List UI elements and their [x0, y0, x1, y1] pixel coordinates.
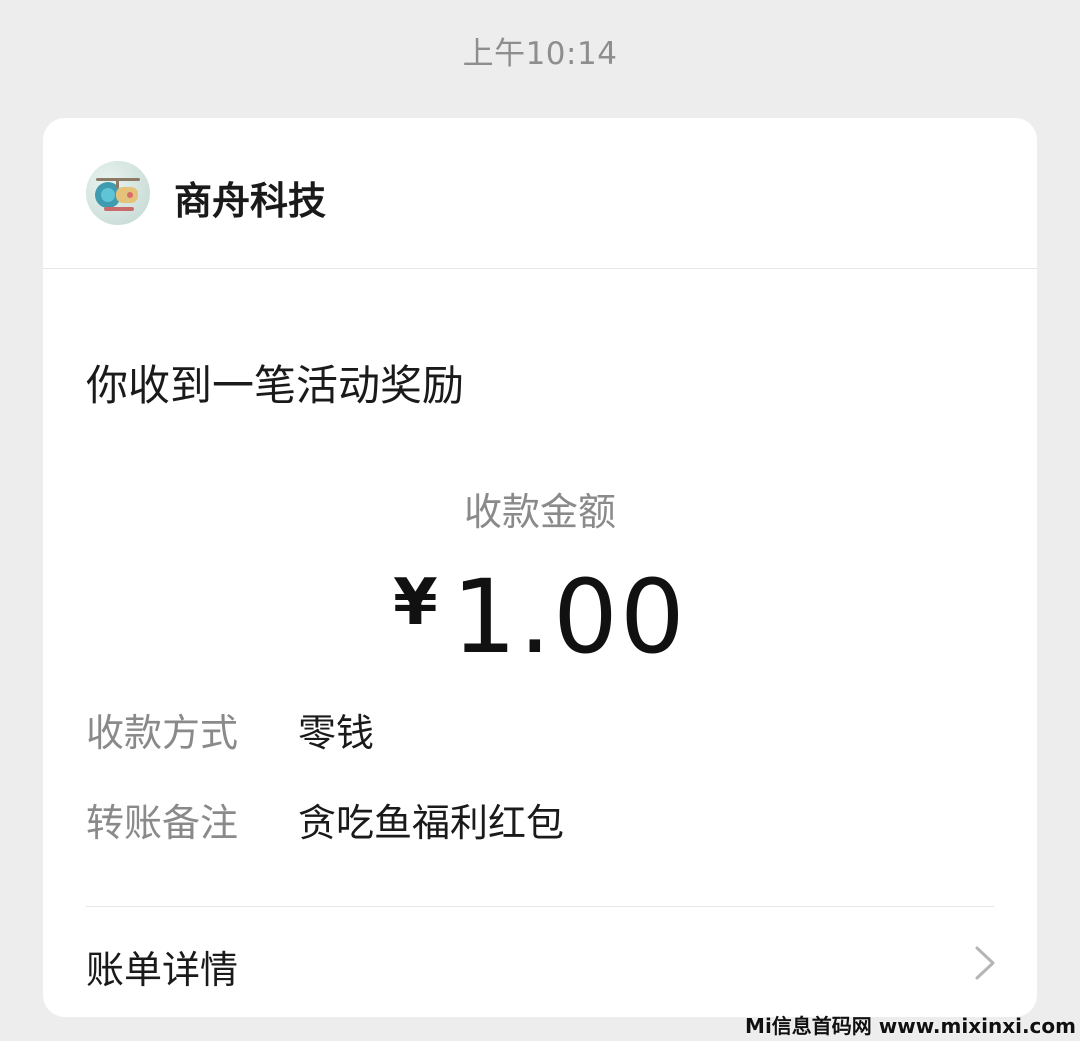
- payment-method-value: 零钱: [298, 711, 375, 755]
- notification-headline: 你收到一笔活动奖励: [86, 361, 465, 410]
- detail-row-transfer-note: 转账备注 贪吃鱼福利红包: [86, 792, 986, 847]
- payment-method-label: 收款方式: [86, 711, 239, 755]
- helicopter-avatar-icon[interactable]: [86, 161, 150, 225]
- sender-name[interactable]: 商舟科技: [174, 170, 326, 225]
- currency-symbol: ¥: [393, 566, 438, 640]
- transfer-note-label: 转账备注: [86, 801, 239, 845]
- amount-label: 收款金额: [463, 490, 616, 534]
- amount-value: 1.00: [451, 558, 687, 677]
- transfer-note-value: 贪吃鱼福利红包: [298, 801, 565, 845]
- message-timestamp: 上午10:14: [462, 36, 618, 72]
- bill-details-row[interactable]: 账单详情: [43, 907, 1037, 1017]
- chevron-right-icon[interactable]: [973, 945, 997, 981]
- card-header[interactable]: 商舟科技: [43, 118, 1037, 269]
- watermark-text: Mi信息首码网 www.mixinxi.com: [745, 1014, 1076, 1038]
- bill-details-label[interactable]: 账单详情: [86, 939, 238, 994]
- detail-row-payment-method: 收款方式 零钱: [86, 702, 986, 757]
- payment-notification-card[interactable]: 商舟科技 你收到一笔活动奖励 收款金额 ¥1.00 收款方式 零钱 转账备注 贪吃鱼…: [43, 118, 1037, 1017]
- amount-display: ¥1.00: [43, 558, 1037, 677]
